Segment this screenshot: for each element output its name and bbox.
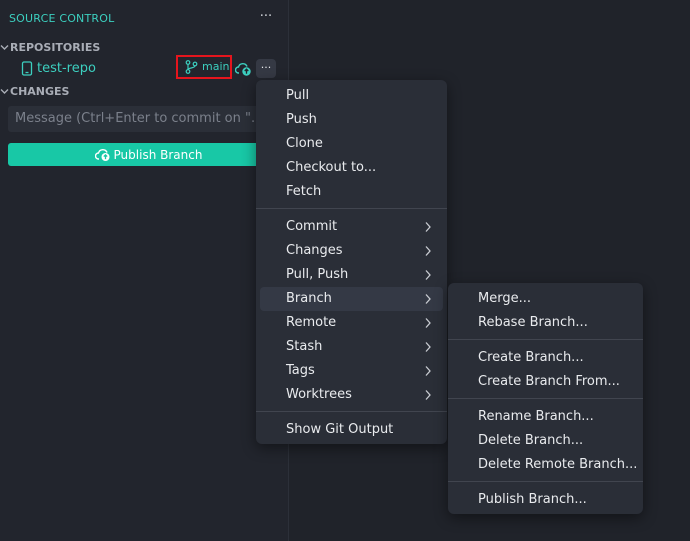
menu-item-push[interactable]: Push bbox=[260, 108, 443, 132]
menu-item-label: Show Git Output bbox=[286, 422, 394, 437]
submenu-item-publish-branch[interactable]: Publish Branch... bbox=[452, 488, 639, 512]
more-actions-icon[interactable]: ··· bbox=[257, 8, 275, 26]
changes-section-header[interactable]: CHANGES bbox=[0, 85, 69, 98]
branch-submenu: Merge... Rebase Branch... Create Branch.… bbox=[448, 283, 643, 514]
chevron-right-icon bbox=[425, 246, 431, 256]
menu-item-label: Clone bbox=[286, 136, 323, 151]
submenu-item-merge[interactable]: Merge... bbox=[452, 287, 639, 311]
repositories-label: REPOSITORIES bbox=[10, 41, 101, 54]
commit-message-input[interactable]: Message (Ctrl+Enter to commit on "... bbox=[8, 106, 264, 132]
menu-item-label: Rename Branch... bbox=[478, 409, 594, 424]
menu-item-label: Delete Branch... bbox=[478, 433, 584, 448]
publish-branch-label: Publish Branch bbox=[113, 147, 203, 162]
menu-item-label: Push bbox=[286, 112, 317, 127]
menu-separator bbox=[448, 398, 643, 399]
menu-separator bbox=[448, 339, 643, 340]
menu-item-clone[interactable]: Clone bbox=[260, 132, 443, 156]
menu-item-stash[interactable]: Stash bbox=[260, 335, 443, 359]
menu-item-show-git-output[interactable]: Show Git Output bbox=[260, 418, 443, 442]
submenu-item-rebase-branch[interactable]: Rebase Branch... bbox=[452, 311, 639, 335]
menu-separator bbox=[256, 411, 447, 412]
menu-item-worktrees[interactable]: Worktrees bbox=[260, 383, 443, 407]
source-control-panel: SOURCE CONTROL ··· REPOSITORIES test-rep… bbox=[0, 0, 289, 541]
repository-row[interactable]: test-repo main ··· bbox=[0, 55, 288, 81]
menu-item-label: Stash bbox=[286, 339, 323, 354]
publish-branch-button[interactable]: Publish Branch bbox=[8, 143, 289, 166]
menu-item-label: Publish Branch... bbox=[478, 492, 587, 507]
repository-more-button[interactable]: ··· bbox=[256, 59, 276, 78]
chevron-right-icon bbox=[425, 318, 431, 328]
menu-item-changes[interactable]: Changes bbox=[260, 239, 443, 263]
git-branch-icon bbox=[185, 60, 198, 74]
menu-item-label: Tags bbox=[286, 363, 315, 378]
menu-separator bbox=[448, 481, 643, 482]
menu-item-label: Pull, Push bbox=[286, 267, 349, 282]
branch-switcher[interactable]: main bbox=[176, 55, 232, 79]
panel-title: SOURCE CONTROL bbox=[9, 12, 115, 25]
repository-icon bbox=[21, 61, 33, 76]
submenu-item-delete-branch[interactable]: Delete Branch... bbox=[452, 429, 639, 453]
menu-item-pull[interactable]: Pull bbox=[260, 84, 443, 108]
menu-item-label: Rebase Branch... bbox=[478, 315, 588, 330]
menu-item-label: Merge... bbox=[478, 291, 531, 306]
repositories-section-header[interactable]: REPOSITORIES bbox=[0, 41, 100, 54]
menu-item-label: Create Branch... bbox=[478, 350, 584, 365]
menu-item-label: Remote bbox=[286, 315, 337, 330]
submenu-item-delete-remote-branch[interactable]: Delete Remote Branch... bbox=[452, 453, 639, 477]
menu-item-checkout[interactable]: Checkout to... bbox=[260, 156, 443, 180]
chevron-right-icon bbox=[425, 270, 431, 280]
menu-item-commit[interactable]: Commit bbox=[260, 215, 443, 239]
chevron-right-icon bbox=[425, 294, 431, 304]
menu-item-remote[interactable]: Remote bbox=[260, 311, 443, 335]
submenu-item-create-branch[interactable]: Create Branch... bbox=[452, 346, 639, 370]
submenu-item-rename-branch[interactable]: Rename Branch... bbox=[452, 405, 639, 429]
chevron-right-icon bbox=[425, 342, 431, 352]
menu-item-fetch[interactable]: Fetch bbox=[260, 180, 443, 204]
menu-item-label: Branch bbox=[286, 291, 332, 306]
menu-item-label: Commit bbox=[286, 219, 338, 234]
cloud-upload-icon bbox=[94, 148, 110, 161]
menu-item-label: Create Branch From... bbox=[478, 374, 620, 389]
chevron-right-icon bbox=[425, 366, 431, 376]
repository-name: test-repo bbox=[37, 61, 96, 76]
branch-name: main bbox=[202, 60, 230, 73]
changes-label: CHANGES bbox=[10, 85, 70, 98]
menu-item-label: Checkout to... bbox=[286, 160, 377, 175]
menu-item-label: Changes bbox=[286, 243, 343, 258]
submenu-item-create-branch-from[interactable]: Create Branch From... bbox=[452, 370, 639, 394]
menu-item-branch[interactable]: Branch bbox=[260, 287, 443, 311]
publish-cloud-icon[interactable] bbox=[235, 61, 252, 77]
chevron-down-icon bbox=[0, 89, 9, 94]
menu-item-tags[interactable]: Tags bbox=[260, 359, 443, 383]
menu-separator bbox=[256, 208, 447, 209]
menu-item-pull-push[interactable]: Pull, Push bbox=[260, 263, 443, 287]
menu-item-label: Worktrees bbox=[286, 387, 352, 402]
repository-context-menu: Pull Push Clone Checkout to... Fetch Com… bbox=[256, 80, 447, 444]
menu-item-label: Pull bbox=[286, 88, 310, 103]
chevron-right-icon bbox=[425, 390, 431, 400]
menu-item-label: Delete Remote Branch... bbox=[478, 457, 638, 472]
chevron-right-icon bbox=[425, 222, 431, 232]
menu-item-label: Fetch bbox=[286, 184, 322, 199]
chevron-down-icon bbox=[0, 45, 9, 50]
